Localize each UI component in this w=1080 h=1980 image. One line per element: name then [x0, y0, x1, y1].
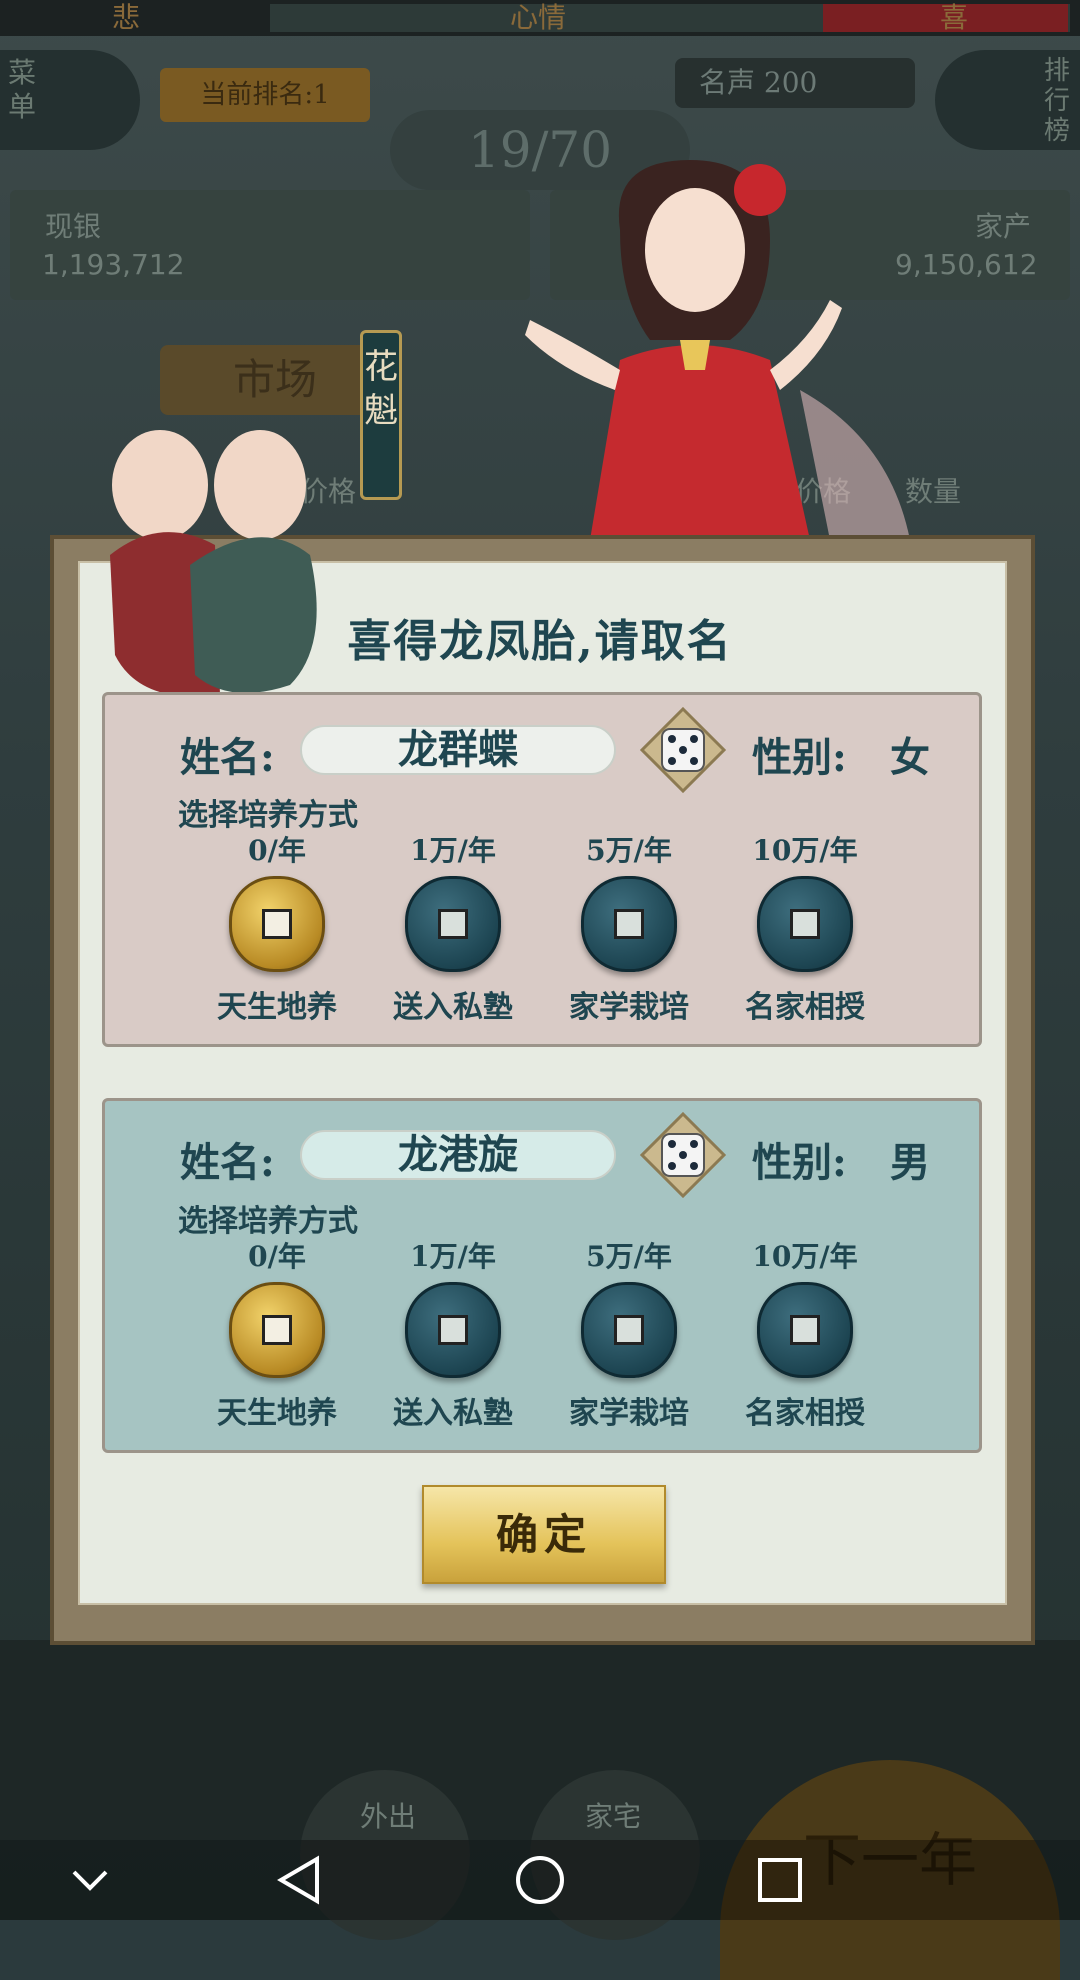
training-method-title: 选择培养方式 — [178, 798, 358, 833]
name-label: 姓名: — [180, 1139, 275, 1186]
market-tab[interactable]: 市场 — [160, 345, 390, 415]
silver-value: 1,193,712 — [42, 248, 185, 281]
name-label: 姓名: — [180, 734, 275, 781]
training-option[interactable]: 0/年 天生地养 — [202, 832, 352, 1026]
back-button[interactable] — [260, 1840, 340, 1920]
character-title-plate: 花魁 — [360, 330, 402, 500]
option-name: 送入私塾 — [393, 1396, 513, 1431]
current-rank-badge: 当前排名:1 — [160, 68, 370, 122]
training-option[interactable]: 5万/年 家学栽培 — [554, 1238, 704, 1432]
recents-icon — [758, 1858, 802, 1902]
courtesan-illustration — [525, 160, 910, 540]
collapse-icon — [72, 1870, 108, 1891]
training-option[interactable]: 1万/年 送入私塾 — [378, 832, 528, 1026]
random-name-button-female[interactable] — [639, 706, 727, 794]
coin-icon[interactable] — [229, 876, 325, 972]
child-name-input-male[interactable] — [300, 1130, 616, 1180]
confirm-button[interactable]: 确定 — [422, 1485, 666, 1584]
home-estate-label: 家宅 — [585, 1800, 642, 1833]
option-cost: 1万/年 — [410, 1240, 496, 1273]
gender-value-male: 男 — [890, 1139, 930, 1186]
option-cost: 1万/年 — [410, 834, 496, 867]
fame-display: 名声 200 — [675, 58, 915, 108]
training-option[interactable]: 10万/年 名家相授 — [730, 832, 880, 1026]
dice-icon — [639, 1111, 727, 1199]
mood-sad-label: 悲 — [112, 1, 141, 34]
silver-label: 现银 — [45, 210, 102, 243]
option-cost: 0/年 — [248, 834, 306, 867]
gender-value-female: 女 — [890, 734, 930, 781]
leaderboard-label: 排行榜 — [1044, 56, 1071, 146]
training-option[interactable]: 10万/年 名家相授 — [730, 1238, 880, 1432]
coin-icon[interactable] — [405, 1282, 501, 1378]
random-name-button-male[interactable] — [639, 1111, 727, 1199]
menu-label: 菜单 — [8, 56, 37, 123]
option-name: 天生地养 — [217, 990, 337, 1025]
option-cost: 5万/年 — [586, 834, 672, 867]
collapse-button[interactable] — [50, 1840, 130, 1920]
coin-icon[interactable] — [405, 876, 501, 972]
coin-icon[interactable] — [229, 1282, 325, 1378]
home-button[interactable] — [500, 1840, 580, 1920]
option-name: 家学栽培 — [569, 1396, 689, 1431]
option-name: 名家相授 — [745, 990, 865, 1025]
home-icon — [516, 1856, 564, 1904]
recents-button[interactable] — [740, 1840, 820, 1920]
option-cost: 5万/年 — [586, 1240, 672, 1273]
option-name: 天生地养 — [217, 1396, 337, 1431]
coin-icon[interactable] — [581, 876, 677, 972]
option-cost: 0/年 — [248, 1240, 306, 1273]
assets-label: 家产 — [975, 210, 1032, 243]
mood-label: 心情 — [510, 1, 567, 34]
option-name: 家学栽培 — [569, 990, 689, 1025]
option-name: 名家相授 — [745, 1396, 865, 1431]
child-name-input-female[interactable] — [300, 725, 616, 775]
gender-label: 性别: — [752, 734, 847, 781]
training-option[interactable]: 0/年 天生地养 — [202, 1238, 352, 1432]
gender-label: 性别: — [752, 1139, 847, 1186]
training-method-title: 选择培养方式 — [178, 1204, 358, 1239]
coin-icon[interactable] — [757, 876, 853, 972]
outing-label: 外出 — [360, 1800, 417, 1833]
coin-icon[interactable] — [581, 1282, 677, 1378]
option-cost: 10万/年 — [752, 1240, 858, 1273]
dice-icon — [639, 706, 727, 794]
back-icon — [277, 1855, 319, 1905]
dialog-title: 喜得龙凤胎,请取名 — [347, 616, 733, 667]
mood-happy-label: 喜 — [940, 1, 969, 34]
training-option[interactable]: 1万/年 送入私塾 — [378, 1238, 528, 1432]
training-option[interactable]: 5万/年 家学栽培 — [554, 832, 704, 1026]
option-cost: 10万/年 — [752, 834, 858, 867]
coin-icon[interactable] — [757, 1282, 853, 1378]
option-name: 送入私塾 — [393, 990, 513, 1025]
